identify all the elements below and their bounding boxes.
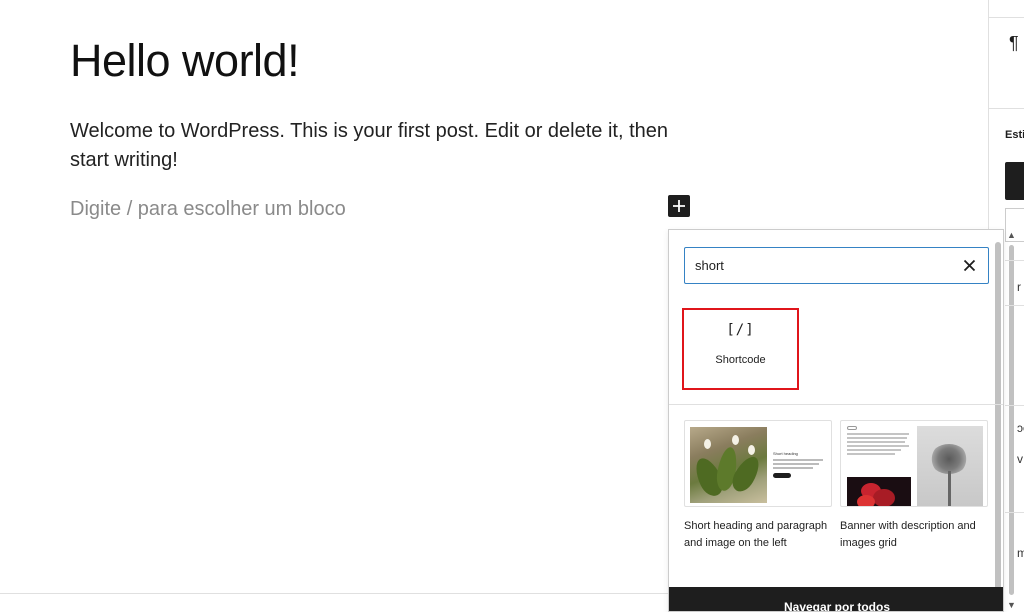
sidebar-text-fragment: m	[1017, 546, 1024, 560]
pattern-item[interactable]: Banner with description and images grid	[840, 420, 988, 552]
sidebar-text-fragment: r	[1017, 280, 1021, 294]
sidebar-scrollbar[interactable]	[1009, 245, 1014, 595]
block-placeholder[interactable]: Digite / para escolher um bloco	[70, 196, 346, 222]
pattern-preview-image	[840, 420, 988, 507]
paragraph-block-icon: ¶	[1009, 33, 1019, 53]
inserter-search	[684, 247, 989, 284]
block-inserter-popover: [/] Shortcode Short heading Short headin…	[668, 229, 1004, 612]
sidebar-divider	[1005, 260, 1024, 261]
sidebar-divider	[1005, 305, 1024, 306]
browse-all-button[interactable]: Navegar por todos	[669, 587, 1003, 611]
block-inserter-toggle[interactable]	[668, 195, 690, 217]
inserter-section-divider	[669, 404, 1003, 405]
pattern-title: Banner with description and images grid	[840, 520, 976, 549]
pattern-title: Short heading and paragraph and image on…	[684, 520, 828, 549]
sidebar-scroll-down-icon[interactable]: ▼	[1007, 600, 1016, 610]
sidebar-text-fragment: ɔe	[1017, 421, 1024, 435]
post-title[interactable]: Hello world!	[70, 34, 300, 88]
block-item-shortcode[interactable]: [/] Shortcode	[682, 308, 799, 390]
sidebar-divider	[989, 108, 1024, 109]
sidebar-divider	[1005, 512, 1024, 513]
inserter-search-input[interactable]	[695, 248, 955, 282]
block-item-label: Shortcode	[715, 354, 766, 366]
plus-icon	[673, 200, 685, 212]
sidebar-styles-label: Esti	[1005, 129, 1024, 141]
editor-bottom-divider	[0, 593, 668, 594]
sidebar-divider	[1005, 405, 1024, 406]
close-icon[interactable]	[960, 256, 978, 274]
sidebar-scroll-up-icon[interactable]: ▲	[1007, 230, 1016, 240]
sidebar-divider	[989, 17, 1024, 18]
sidebar-text-fragment: v	[1017, 452, 1023, 466]
pattern-item[interactable]: Short heading Short heading and paragrap…	[684, 420, 832, 552]
post-paragraph[interactable]: Welcome to WordPress. This is your first…	[70, 117, 670, 175]
shortcode-icon: [/]	[726, 322, 755, 338]
sidebar-style-default-button[interactable]	[1005, 162, 1024, 200]
pattern-preview-image: Short heading	[684, 420, 832, 507]
inserter-scrollbar[interactable]	[995, 242, 1001, 602]
